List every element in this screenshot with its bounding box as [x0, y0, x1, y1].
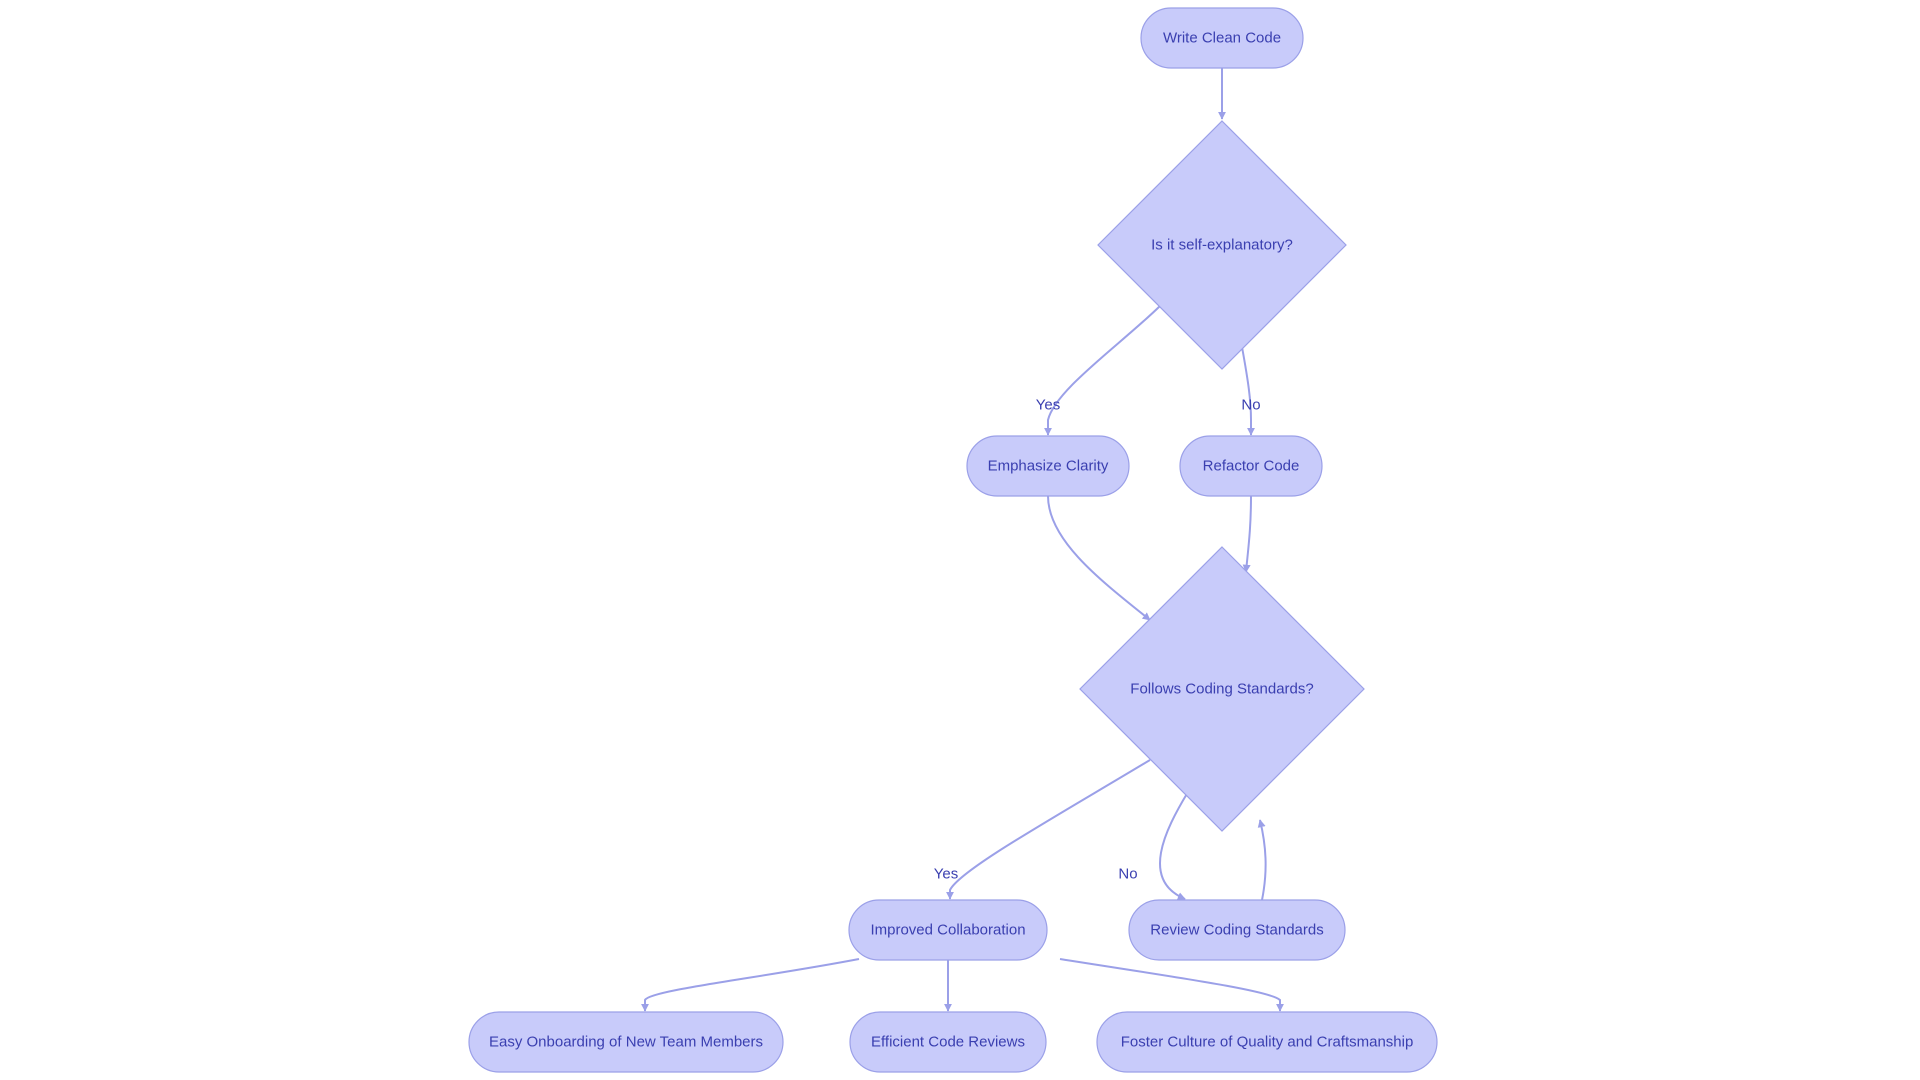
node-label: Efficient Code Reviews: [871, 1034, 1025, 1051]
node-label: Emphasize Clarity: [988, 458, 1109, 475]
nodes-layer: Write Clean Code Is it self-explanatory? E…: [468, 7, 1438, 1073]
node-label: Review Coding Standards: [1150, 922, 1323, 939]
node-onboard[interactable]: Easy Onboarding of New Team Members: [468, 1011, 784, 1073]
node-collab[interactable]: Improved Collaboration: [848, 899, 1048, 961]
edge-label-no: No: [1118, 866, 1137, 883]
node-refactor[interactable]: Refactor Code: [1179, 435, 1323, 497]
edge-collab-to-culture: [1059, 958, 1284, 1012]
edge-label-yes: Yes: [1036, 397, 1060, 414]
node-write[interactable]: Write Clean Code: [1140, 7, 1304, 69]
node-label: Improved Collaboration: [870, 922, 1025, 939]
node-emph[interactable]: Emphasize Clarity: [966, 435, 1130, 497]
node-label: Foster Culture of Quality and Craftsmans…: [1121, 1034, 1414, 1051]
flowchart-canvas: Write Clean Code Is it self-explanatory? E…: [468, 7, 1438, 1073]
node-label: Refactor Code: [1203, 458, 1300, 475]
node-reviews[interactable]: Efficient Code Reviews: [849, 1011, 1047, 1073]
node-label: Write Clean Code: [1163, 30, 1281, 47]
edge-standards-to-review: [1159, 791, 1189, 900]
edge-label-yes: Yes: [934, 866, 958, 883]
node-review[interactable]: Review Coding Standards: [1128, 899, 1346, 961]
edge-selfexp-to-refactor: [1241, 346, 1255, 436]
edge-review-to-standards: [1257, 819, 1267, 901]
node-selfexp[interactable]: Is it self-explanatory?: [1097, 120, 1347, 370]
edge-emph-to-standards: [1047, 495, 1151, 621]
edge-selfexp-to-emph: [1044, 305, 1161, 436]
node-standards[interactable]: Follows Coding Standards?: [1079, 546, 1365, 832]
node-label: Is it self-explanatory?: [1151, 237, 1293, 254]
node-culture[interactable]: Foster Culture of Quality and Craftsmans…: [1096, 1011, 1438, 1073]
edge-label-no: No: [1241, 397, 1260, 414]
edge-collab-to-onboard: [641, 958, 860, 1012]
node-label: Follows Coding Standards?: [1130, 681, 1313, 698]
node-label: Easy Onboarding of New Team Members: [489, 1034, 763, 1051]
edge-refactor-to-standards: [1242, 495, 1252, 573]
